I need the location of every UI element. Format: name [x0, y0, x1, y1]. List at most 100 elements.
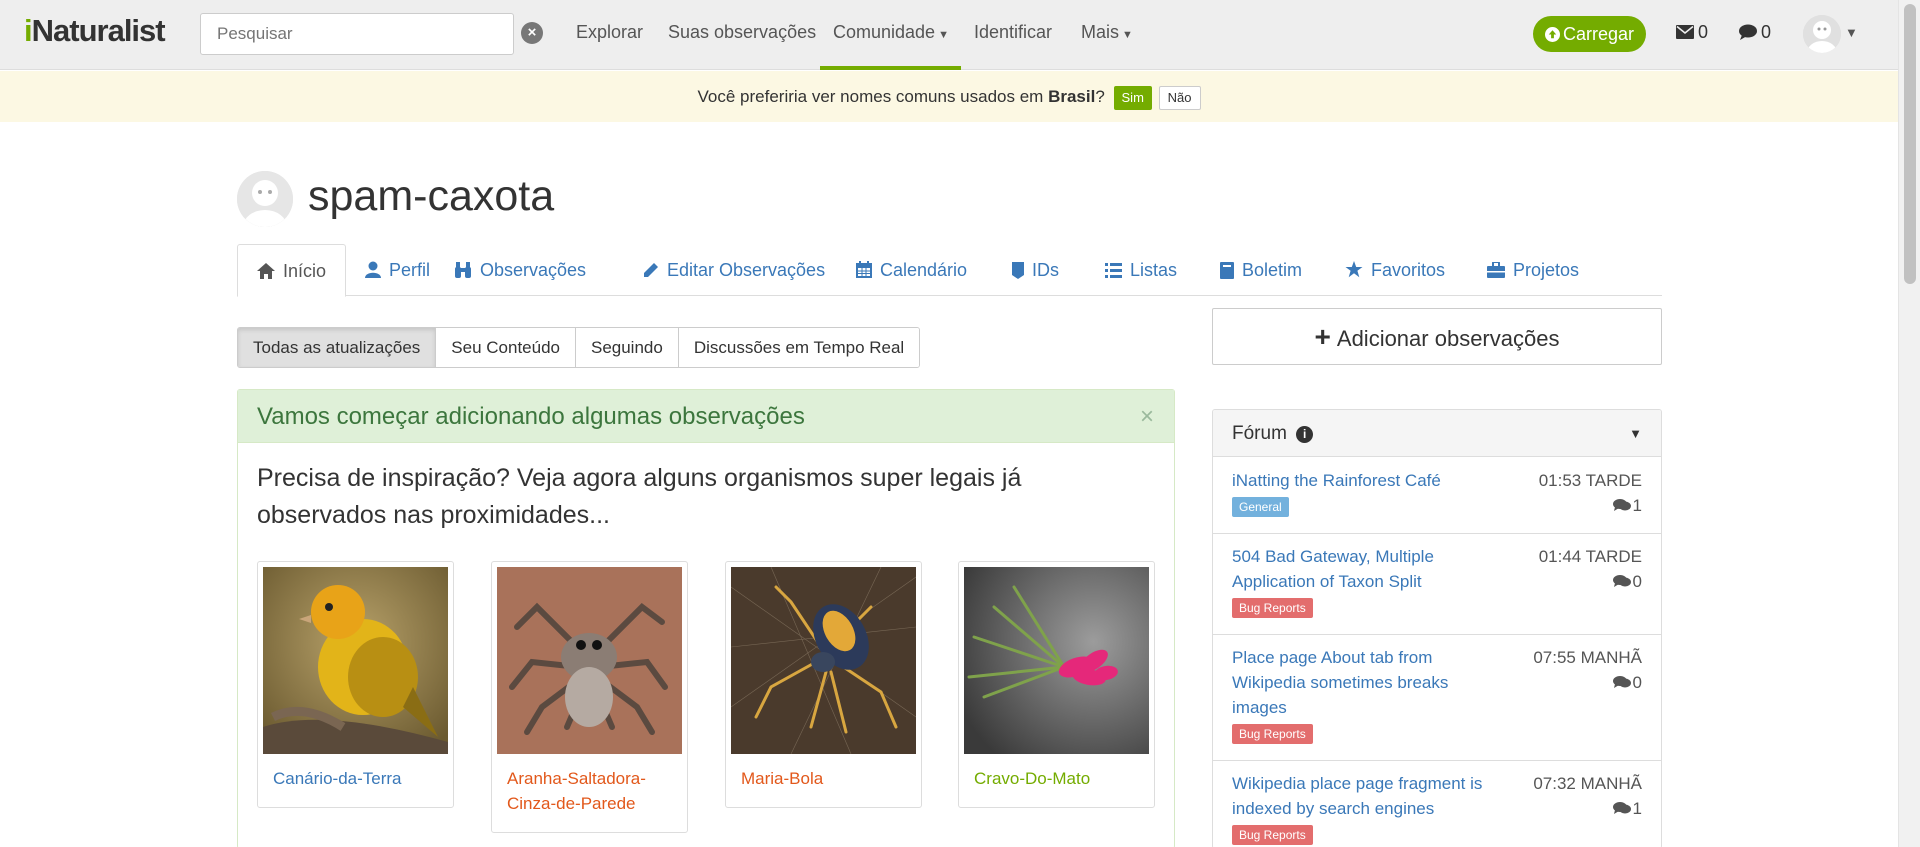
home-icon [257, 263, 275, 279]
upload-button[interactable]: Carregar [1533, 16, 1646, 52]
comments-icon [1612, 676, 1631, 688]
star-icon [1345, 261, 1363, 278]
comments-icon [1612, 575, 1631, 587]
taxon-photo-spider[interactable] [497, 567, 682, 754]
chevron-down-icon: ▼ [938, 29, 949, 41]
taxon-card[interactable]: Maria-Bola [725, 561, 922, 808]
forum-topic-link[interactable]: Wikipedia place page fragment is indexed… [1232, 771, 1502, 821]
orb-spider-photo-icon [731, 567, 916, 754]
tab-calendar[interactable]: Calendário [837, 244, 986, 296]
forum-topic: 504 Bad Gateway, Multiple Application of… [1213, 534, 1661, 635]
notice-no-button[interactable]: Não [1158, 85, 1201, 110]
tab-journal[interactable]: Boletim [1201, 244, 1321, 296]
taxon-name[interactable]: Aranha-Saltadora-Cinza-de-Parede [497, 754, 682, 827]
default-avatar-icon [1803, 15, 1841, 53]
category-badge[interactable]: Bug Reports [1232, 825, 1313, 845]
topic-time: 01:44 TARDE [1538, 547, 1642, 566]
comment-icon [1739, 24, 1757, 40]
briefcase-icon [1487, 261, 1505, 278]
add-observations-button[interactable]: + Adicionar observações [1212, 308, 1662, 365]
book-icon [1220, 262, 1234, 279]
nav-identify[interactable]: Identificar [974, 22, 1052, 43]
tab-projects[interactable]: Projetos [1468, 244, 1598, 296]
forum-topic-link[interactable]: iNatting the Rainforest Café [1232, 468, 1502, 493]
binoculars-icon [455, 262, 471, 278]
topic-replies: 1 [1612, 799, 1642, 819]
tab-favorites[interactable]: Favoritos [1326, 244, 1464, 296]
chevron-down-icon: ▼ [1122, 29, 1133, 41]
filter-following[interactable]: Seguindo [575, 328, 679, 367]
nav-active-indicator [820, 66, 961, 70]
forum-header[interactable]: Fórum i ▼ [1213, 410, 1661, 457]
category-badge[interactable]: General [1232, 497, 1289, 517]
tab-profile[interactable]: Perfil [346, 244, 449, 296]
topic-replies: 1 [1612, 496, 1642, 516]
filter-realtime-discussions[interactable]: Discussões em Tempo Real [678, 328, 920, 367]
inaturalist-logo[interactable]: iNaturalist [24, 13, 166, 49]
close-icon[interactable]: × [1140, 390, 1154, 443]
user-icon [365, 261, 381, 278]
clear-search-icon[interactable]: × [521, 22, 543, 44]
info-icon[interactable]: i [1296, 426, 1314, 443]
page-scrollbar[interactable] [1898, 0, 1920, 847]
comments-icon [1612, 499, 1631, 511]
plus-icon: + [1314, 321, 1331, 352]
caret-down-icon[interactable]: ▼ [1629, 410, 1642, 457]
taxon-name[interactable]: Maria-Bola [731, 754, 916, 802]
envelope-icon [1676, 25, 1694, 39]
profile-avatar [237, 171, 293, 227]
notifications-button[interactable]: 0 [1739, 22, 1771, 43]
nav-more[interactable]: Mais ▼ [1081, 22, 1133, 43]
nav-community[interactable]: Comunidade ▼ [833, 22, 949, 43]
category-badge[interactable]: Bug Reports [1232, 598, 1313, 618]
filter-all-updates[interactable]: Todas as atualizações [238, 328, 437, 367]
bird-photo-icon [263, 567, 448, 754]
getting-started-heading: Vamos começar adicionando algumas observ… [238, 390, 1174, 443]
user-menu-chevron-icon[interactable]: ▼ [1845, 25, 1858, 40]
tab-edit-observations[interactable]: Editar Observações [624, 244, 844, 296]
scrollbar-thumb[interactable] [1904, 4, 1916, 284]
taxon-photo-plant[interactable] [964, 567, 1149, 754]
forum-topic: iNatting the Rainforest Café General 01:… [1213, 458, 1661, 534]
topic-time: 07:55 MANHÃ [1533, 648, 1642, 667]
upload-icon [1544, 27, 1560, 42]
nav-your-observations[interactable]: Suas observações [668, 22, 816, 43]
calendar-icon [856, 261, 872, 278]
profile-username: spam-caxota [308, 172, 555, 220]
tab-lists[interactable]: Listas [1086, 244, 1196, 296]
category-badge[interactable]: Bug Reports [1232, 724, 1313, 744]
profile-tabs: Início Perfil Observações Editar Observa… [237, 244, 1662, 297]
messages-button[interactable]: 0 [1676, 22, 1708, 43]
tab-observations[interactable]: Observações [435, 244, 605, 296]
taxon-name[interactable]: Cravo-Do-Mato [964, 754, 1149, 802]
nav-explore[interactable]: Explorar [576, 22, 643, 43]
jumping-spider-photo-icon [497, 567, 682, 754]
tag-icon [1012, 262, 1024, 279]
dashboard-filter-group: Todas as atualizações Seu Conteúdo Segui… [237, 327, 921, 368]
filter-your-content[interactable]: Seu Conteúdo [436, 328, 576, 367]
taxon-photo-bird[interactable] [263, 567, 448, 754]
taxon-card[interactable]: Canário-da-Terra [257, 561, 454, 808]
topic-time: 01:53 TARDE [1538, 471, 1642, 490]
taxon-name[interactable]: Canário-da-Terra [263, 754, 448, 802]
forum-topic: Place page About tab from Wikipedia some… [1213, 635, 1661, 761]
top-navbar: iNaturalist × Explorar Suas observações … [0, 0, 1898, 70]
list-icon [1105, 263, 1122, 278]
forum-panel: Fórum i ▼ iNatting the Rainforest Café G… [1212, 409, 1662, 847]
comments-icon [1612, 802, 1631, 814]
inspiration-text: Precisa de inspiração? Veja agora alguns… [257, 464, 1022, 529]
forum-topic-link[interactable]: 504 Bad Gateway, Multiple Application of… [1232, 544, 1502, 594]
taxon-photo-orb-spider[interactable] [731, 567, 916, 754]
tab-ids[interactable]: IDs [993, 244, 1078, 296]
notice-yes-button[interactable]: Sim [1113, 85, 1152, 110]
common-names-notice: Você preferiria ver nomes comuns usados … [0, 71, 1898, 122]
default-avatar-icon [237, 171, 293, 227]
pencil-icon [644, 263, 658, 277]
search-input[interactable] [200, 13, 514, 55]
tab-home[interactable]: Início [237, 244, 347, 297]
air-plant-photo-icon [964, 567, 1149, 754]
forum-topic-link[interactable]: Place page About tab from Wikipedia some… [1232, 645, 1502, 720]
user-avatar[interactable] [1803, 15, 1841, 53]
taxon-card[interactable]: Aranha-Saltadora-Cinza-de-Parede [491, 561, 688, 833]
taxon-card[interactable]: Cravo-Do-Mato [958, 561, 1155, 808]
